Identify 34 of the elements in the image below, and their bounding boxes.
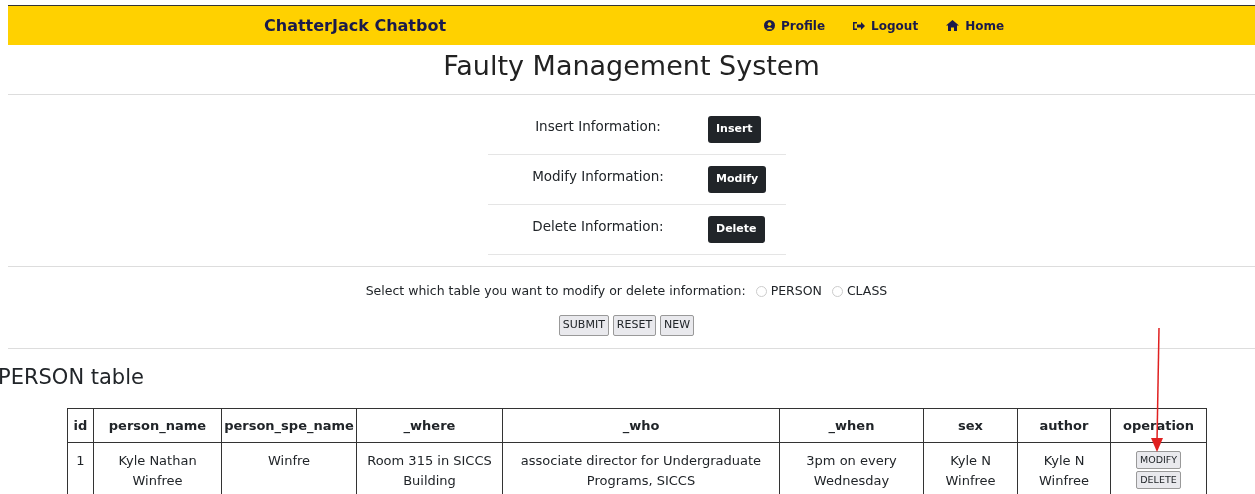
action-label: Modify Information: bbox=[531, 167, 665, 187]
page-title: Faulty Management System bbox=[442, 49, 821, 83]
column-header: _who bbox=[502, 408, 780, 443]
user-icon bbox=[764, 20, 775, 31]
table-cell: 1 bbox=[67, 442, 94, 494]
nav-link[interactable]: Profile bbox=[764, 16, 826, 35]
form-button[interactable]: SUBMIT bbox=[558, 314, 609, 336]
brand-title[interactable]: ChatterJack Chatbot bbox=[264, 13, 564, 38]
row-action-button[interactable]: DELETE bbox=[1136, 470, 1181, 489]
action-button[interactable]: Delete bbox=[708, 216, 765, 243]
logout-icon bbox=[853, 20, 866, 31]
radio-label[interactable]: CLASS bbox=[846, 282, 888, 301]
nav-link[interactable]: Home bbox=[946, 16, 1005, 35]
column-header: id bbox=[67, 408, 94, 443]
column-header: sex bbox=[923, 408, 1018, 443]
column-header: author bbox=[1017, 408, 1111, 443]
radio-button[interactable] bbox=[831, 285, 843, 297]
column-header: person_name bbox=[93, 408, 222, 443]
radio-button[interactable] bbox=[755, 285, 767, 297]
form-button[interactable]: RESET bbox=[612, 314, 657, 336]
section-title: PERSON table bbox=[0, 363, 145, 391]
action-button[interactable]: Insert bbox=[708, 116, 761, 143]
column-header: _when bbox=[779, 408, 924, 443]
nav-link[interactable]: Logout bbox=[853, 16, 919, 35]
action-label: Insert Information: bbox=[534, 117, 662, 137]
radio-label[interactable]: PERSON bbox=[770, 282, 822, 301]
row-action-button[interactable]: MODIFY bbox=[1135, 450, 1182, 469]
home-icon bbox=[946, 20, 960, 31]
form-button[interactable]: NEW bbox=[660, 314, 695, 336]
prompt-text: Select which table you want to modify or delete information: bbox=[365, 282, 746, 300]
action-label: Delete Information: bbox=[531, 217, 665, 237]
action-button[interactable]: Modify bbox=[708, 166, 767, 193]
column-header: _where bbox=[356, 408, 503, 443]
column-header: person_spe_name bbox=[221, 408, 357, 443]
